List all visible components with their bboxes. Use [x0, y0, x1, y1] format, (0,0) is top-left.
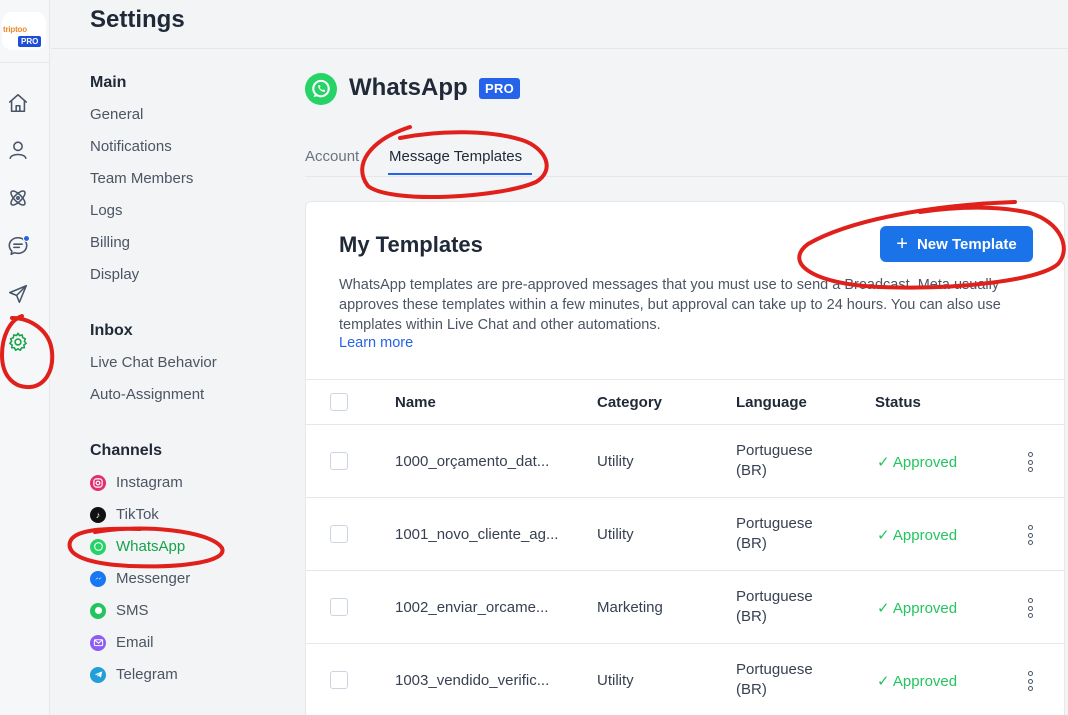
row-checkbox[interactable] — [330, 452, 348, 470]
settings-title: Settings — [90, 6, 185, 33]
whatsapp-logo-icon — [305, 73, 337, 105]
template-language: Portuguese (BR) — [736, 661, 813, 698]
table-row[interactable]: 1001_novo_cliente_ag... Utility Portugue… — [306, 498, 1064, 571]
table-row[interactable]: 1000_orçamento_dat... Utility Portuguese… — [306, 425, 1064, 498]
more-options-icon[interactable] — [1027, 598, 1033, 618]
status-badge: ✓ Approved — [877, 454, 958, 471]
instagram-icon — [90, 474, 106, 491]
row-checkbox[interactable] — [330, 598, 348, 616]
nav-item-whatsapp[interactable]: WhatsApp — [90, 538, 185, 555]
template-category: Utility — [597, 672, 634, 689]
nav-heading-main: Main — [90, 74, 127, 91]
nav-item-tiktok[interactable]: ♪ TikTok — [90, 506, 159, 523]
template-category: Utility — [597, 526, 634, 543]
icon-rail: triptoo PRO — [0, 0, 50, 715]
template-language: Portuguese (BR) — [736, 442, 813, 479]
status-badge: ✓ Approved — [877, 600, 958, 617]
template-name[interactable]: 1000_orçamento_dat... — [395, 453, 549, 470]
logo-pro-badge: PRO — [18, 36, 42, 47]
nav-heading-inbox: Inbox — [90, 322, 133, 339]
template-name[interactable]: 1003_vendido_verific... — [395, 672, 549, 689]
card-title: My Templates — [339, 232, 483, 257]
templates-description: WhatsApp templates are pre-approved mess… — [339, 277, 1001, 333]
nav-item-instagram[interactable]: Instagram — [90, 474, 183, 491]
row-checkbox[interactable] — [330, 525, 348, 543]
logo-word: triptoo — [3, 25, 27, 34]
new-template-button[interactable]: + New Template — [880, 226, 1033, 262]
nav-item-team-members[interactable]: Team Members — [90, 170, 193, 187]
channel-label: TikTok — [116, 506, 159, 523]
nav-item-billing[interactable]: Billing — [90, 234, 130, 251]
template-category: Marketing — [597, 599, 663, 616]
status-badge: ✓ Approved — [877, 673, 958, 690]
header-divider — [51, 48, 1068, 49]
tiktok-icon: ♪ — [90, 506, 106, 523]
template-name[interactable]: 1001_novo_cliente_ag... — [395, 526, 558, 543]
nav-item-sms[interactable]: SMS — [90, 602, 149, 619]
column-header-name[interactable]: Name — [395, 394, 436, 411]
channel-label: Email — [116, 634, 154, 651]
app-root: triptoo PRO Settings Main General Notifi… — [0, 0, 1068, 715]
column-header-status[interactable]: Status — [875, 394, 921, 411]
nav-item-display[interactable]: Display — [90, 266, 139, 283]
channel-label: Telegram — [116, 666, 178, 683]
home-icon[interactable] — [6, 91, 30, 115]
column-header-language[interactable]: Language — [736, 394, 807, 411]
tab-account[interactable]: Account — [305, 148, 359, 165]
brand-logo[interactable]: triptoo PRO — [2, 12, 46, 50]
chat-icon[interactable] — [6, 234, 30, 258]
gear-icon[interactable] — [6, 330, 30, 354]
nav-item-telegram[interactable]: Telegram — [90, 666, 178, 683]
select-all-checkbox[interactable] — [330, 393, 348, 411]
nav-item-messenger[interactable]: Messenger — [90, 570, 190, 587]
column-header-category[interactable]: Category — [597, 394, 662, 411]
whatsapp-icon — [90, 538, 106, 555]
nav-item-live-chat-behavior[interactable]: Live Chat Behavior — [90, 354, 217, 371]
channel-label: Messenger — [116, 570, 191, 587]
table-row[interactable]: 1003_vendido_verific... Utility Portugue… — [306, 644, 1064, 715]
nav-item-email[interactable]: Email — [90, 634, 154, 651]
template-category: Utility — [597, 453, 634, 470]
email-icon — [90, 634, 106, 651]
template-language: Portuguese (BR) — [736, 588, 813, 625]
table-row[interactable]: 1002_enviar_orcame... Marketing Portugue… — [306, 571, 1064, 644]
send-icon[interactable] — [6, 282, 30, 306]
learn-more-link[interactable]: Learn more — [339, 335, 413, 351]
channel-label: SMS — [116, 602, 149, 619]
template-language: Portuguese (BR) — [736, 515, 813, 552]
atom-icon[interactable] — [6, 186, 30, 210]
user-icon[interactable] — [6, 138, 30, 162]
nav-item-general[interactable]: General — [90, 106, 143, 123]
table-header: Name Category Language Status — [306, 379, 1064, 425]
template-name[interactable]: 1002_enviar_orcame... — [395, 599, 548, 616]
nav-heading-channels: Channels — [90, 442, 163, 459]
nav-item-auto-assignment[interactable]: Auto-Assignment — [90, 386, 204, 403]
tabs-divider — [305, 176, 1068, 177]
more-options-icon[interactable] — [1027, 671, 1033, 691]
pro-badge: PRO — [479, 78, 521, 99]
rail-divider — [0, 62, 50, 63]
sms-icon — [90, 602, 106, 619]
channel-label: WhatsApp — [116, 538, 186, 555]
plus-icon: + — [896, 233, 908, 255]
page-title: WhatsApp — [349, 74, 468, 101]
templates-card: My Templates + New Template WhatsApp tem… — [305, 201, 1065, 715]
nav-item-notifications[interactable]: Notifications — [90, 138, 172, 155]
nav-item-logs[interactable]: Logs — [90, 202, 123, 219]
telegram-icon — [90, 666, 106, 683]
active-tab-indicator — [388, 173, 532, 175]
chat-notification-dot — [23, 235, 30, 242]
channel-label: Instagram — [116, 474, 183, 491]
status-badge: ✓ Approved — [877, 527, 958, 544]
tab-message-templates[interactable]: Message Templates — [389, 148, 522, 165]
messenger-icon — [90, 570, 106, 587]
new-template-label: New Template — [916, 235, 1017, 253]
more-options-icon[interactable] — [1027, 525, 1033, 545]
more-options-icon[interactable] — [1027, 452, 1033, 472]
row-checkbox[interactable] — [330, 671, 348, 689]
